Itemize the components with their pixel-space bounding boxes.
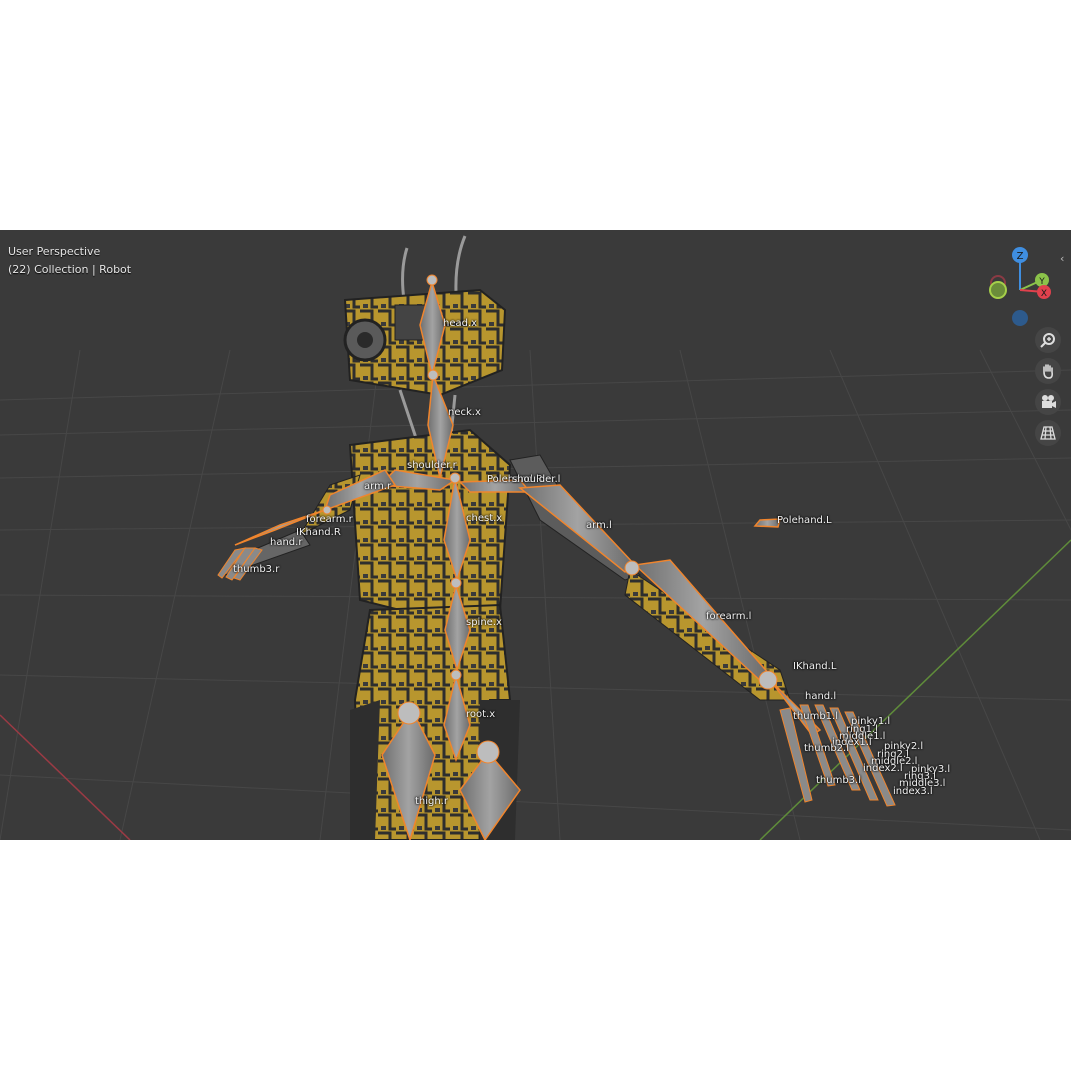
bone-label: hand.r [270,537,303,548]
bone-label: spine.x [466,617,502,628]
bone-label: thigh.r [415,796,449,807]
bone-label: index3.l [893,786,933,797]
bone-label: arm.l [586,520,612,531]
sidebar-toggle-icon[interactable]: ‹ [1060,252,1064,265]
bone-label: thumb3.r [233,564,280,575]
hand-pan-icon[interactable] [1035,358,1061,384]
bone-label: thumb2.l [804,743,850,754]
3d-viewport[interactable]: User Perspective (22) Collection | Robot… [0,230,1071,840]
gizmo-y-label: Y [1038,277,1045,287]
bone-label: neck.x [448,407,481,418]
bone-label: root.x [466,709,496,720]
bone-label: Polehand.L [777,515,832,526]
bone-label: IKhand.R [296,527,341,538]
navigation-gizmo[interactable]: Z Y X [980,242,1060,332]
bone-label: chest.x [466,513,503,524]
bone-label: hand.l [805,691,837,702]
bone-label: IKhand.L [793,661,837,672]
bone-label: forearm.l [706,611,752,622]
gizmo-z-label: Z [1017,251,1024,262]
bone-label: shoulder.r [407,460,457,471]
bone-label: index2.l [863,763,903,774]
gizmo-x-label: X [1041,289,1047,299]
bone-label: thumb3.l [816,775,862,786]
viewport-collection-label: (22) Collection | Robot [8,263,132,276]
bone-label: head.x [443,318,478,329]
x-axis-line [0,714,131,840]
grid-perspective-icon[interactable] [1035,420,1061,446]
bone-label: arm.r [364,481,392,492]
armature-bones [234,279,822,840]
zoom-icon[interactable] [1035,327,1061,353]
bone-label: forearm.r [306,514,353,525]
robot-mesh [224,235,791,840]
bone-label: shoulder.l [512,474,561,485]
bone-label: thumb1.l [793,711,839,722]
camera-icon[interactable] [1035,389,1061,415]
viewport-mode-label: User Perspective [8,245,101,258]
